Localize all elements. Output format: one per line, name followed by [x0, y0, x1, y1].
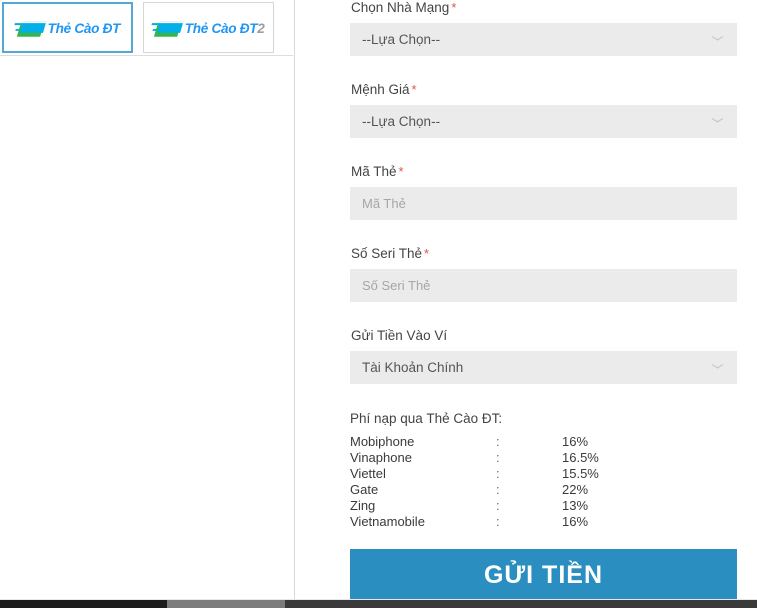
tab-logo: Thẻ Cào ĐT	[14, 18, 121, 37]
payment-tab-suffix: 2	[257, 19, 266, 36]
phone-card-icon	[151, 18, 184, 37]
card-serial-label: Số Seri Thẻ *	[351, 246, 430, 261]
fee-separator: :	[496, 514, 500, 529]
payment-method-panel: Thẻ Cào ĐT Thẻ Cào ĐT2	[0, 0, 295, 601]
fee-provider-name: Vinaphone	[350, 450, 412, 465]
fee-percent-value: 16%	[562, 434, 589, 449]
phone-card-icon	[14, 18, 47, 37]
fee-separator: :	[496, 450, 500, 465]
table-row: Viettel : 15.5%	[350, 466, 599, 482]
denomination-select[interactable]: --Lựa Chọn--	[350, 105, 737, 138]
fee-percent-value: 13%	[562, 498, 589, 513]
payment-tab-label: Thẻ Cào ĐT	[47, 19, 121, 36]
required-asterisk: *	[451, 0, 457, 15]
table-row: Zing : 13%	[350, 498, 599, 514]
scrollbar-thumb[interactable]	[167, 600, 285, 608]
panel-divider-horizontal	[0, 55, 293, 56]
submit-deposit-button[interactable]: GỬI TIỀN	[350, 549, 737, 601]
fee-percent-value: 22%	[562, 482, 589, 497]
field-group-wallet: Gửi Tiền Vào Ví Tài Khoản Chính	[350, 328, 737, 384]
wallet-label: Gửi Tiền Vào Ví	[351, 328, 448, 343]
denomination-label: Mệnh Giá *	[351, 82, 417, 97]
payment-tab-label: Thẻ Cào ĐT2	[185, 19, 266, 36]
wallet-select[interactable]: Tài Khoản Chính	[350, 351, 737, 384]
card-code-placeholder: Mã Thẻ	[362, 196, 406, 211]
panel-divider-vertical	[294, 0, 295, 601]
table-row: Gate : 22%	[350, 482, 599, 498]
fee-percent-value: 16.5%	[562, 450, 599, 465]
field-group-card-serial: Số Seri Thẻ * Số Seri Thẻ	[350, 246, 737, 302]
horizontal-scrollbar[interactable]	[0, 600, 757, 608]
required-asterisk: *	[424, 246, 430, 261]
scrollbar-track[interactable]	[285, 600, 757, 608]
field-group-provider: Chọn Nhà Mạng * --Lựa Chọn--	[350, 0, 737, 56]
table-row: Vinaphone : 16.5%	[350, 450, 599, 466]
table-row: Vietnamobile : 16%	[350, 514, 599, 530]
fee-provider-name: Vietnamobile	[350, 514, 425, 529]
denomination-select-value: --Lựa Chọn--	[362, 114, 441, 129]
card-serial-input[interactable]: Số Seri Thẻ	[350, 269, 737, 302]
chevron-down-icon	[712, 118, 723, 124]
fee-separator: :	[496, 498, 500, 513]
table-row: Mobiphone : 16%	[350, 434, 599, 450]
provider-label: Chọn Nhà Mạng *	[351, 0, 457, 15]
payment-method-tab-strip: Thẻ Cào ĐT Thẻ Cào ĐT2	[0, 0, 274, 53]
fee-separator: :	[496, 482, 500, 497]
required-asterisk: *	[398, 164, 404, 179]
fee-percent-value: 15.5%	[562, 466, 599, 481]
chevron-down-icon	[712, 364, 723, 370]
fee-percent-value: 16%	[562, 514, 589, 529]
fee-provider-name: Mobiphone	[350, 434, 415, 449]
required-asterisk: *	[411, 82, 417, 97]
fee-section-title: Phí nạp qua Thẻ Cào ĐT:	[350, 411, 503, 426]
card-serial-placeholder: Số Seri Thẻ	[362, 278, 431, 293]
fee-section: Phí nạp qua Thẻ Cào ĐT: Mobiphone : 16% …	[350, 411, 737, 530]
fee-table: Mobiphone : 16% Vinaphone : 16.5% Viette…	[350, 434, 599, 530]
provider-select[interactable]: --Lựa Chọn--	[350, 23, 737, 56]
fee-separator: :	[496, 466, 500, 481]
fee-separator: :	[496, 434, 500, 449]
fee-provider-name: Gate	[350, 482, 379, 497]
card-code-label: Mã Thẻ *	[351, 164, 404, 179]
field-group-card-code: Mã Thẻ * Mã Thẻ	[350, 164, 737, 220]
payment-tab-the-cao-dt-2[interactable]: Thẻ Cào ĐT2	[143, 2, 274, 53]
fee-provider-name: Viettel	[350, 466, 386, 481]
page-root: Thẻ Cào ĐT Thẻ Cào ĐT2 Chọn Nhà Mạng * -…	[0, 0, 757, 608]
card-code-input[interactable]: Mã Thẻ	[350, 187, 737, 220]
tab-logo: Thẻ Cào ĐT2	[151, 18, 266, 37]
wallet-select-value: Tài Khoản Chính	[362, 360, 464, 375]
field-group-denomination: Mệnh Giá * --Lựa Chọn--	[350, 82, 737, 138]
chevron-down-icon	[712, 36, 723, 42]
provider-select-value: --Lựa Chọn--	[362, 32, 441, 47]
deposit-form: Chọn Nhà Mạng * --Lựa Chọn-- Mệnh Giá * --…	[350, 0, 737, 587]
fee-provider-name: Zing	[350, 498, 376, 513]
payment-tab-the-cao-dt[interactable]: Thẻ Cào ĐT	[2, 2, 133, 53]
